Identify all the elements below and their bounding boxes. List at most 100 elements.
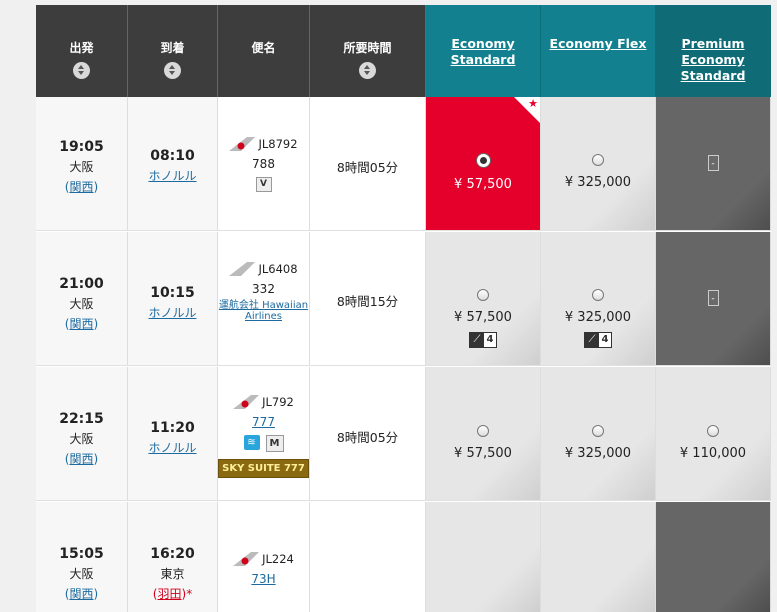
departure-time: 15:05 xyxy=(59,546,104,562)
fare-economy-flex-cell[interactable]: ¥ 325,000 xyxy=(541,367,656,500)
arrival-cell: 11:20 ホノルル xyxy=(128,367,218,500)
header-flight-label: 便名 xyxy=(251,41,276,55)
arrival-time: 08:10 xyxy=(150,148,195,164)
aircraft-type-link[interactable]: 73H xyxy=(251,572,275,586)
flight-cell: JL792 777 ≋ M SKY SUITE 777 xyxy=(218,367,310,500)
arrival-airport-link[interactable]: ホノルル xyxy=(148,306,196,320)
header-economy-standard: Economy Standard xyxy=(426,5,541,97)
asterisk-mark: * xyxy=(186,587,193,601)
header-duration-label: 所要時間 xyxy=(343,41,392,55)
fare-price: ¥ 325,000 xyxy=(564,446,632,461)
departure-cell: 21:00 大阪 (関西) xyxy=(36,232,128,365)
fare-price: ¥ 57,500 xyxy=(454,177,512,192)
fare-radio[interactable] xyxy=(477,425,489,437)
duration-text: 8時間05分 xyxy=(336,160,399,175)
header-flight: 便名 xyxy=(218,5,310,97)
table-row: 15:05 大阪 (関西) 16:20 東京 (羽田)* JL224 73H xyxy=(36,502,771,612)
not-available-icon: - xyxy=(707,290,719,306)
fare-economy-standard-cell[interactable]: ¥ 57,500 ⟋ 4 xyxy=(426,232,541,365)
sort-duration-icon[interactable] xyxy=(359,62,376,79)
arrival-airport-link[interactable]: 羽田 xyxy=(157,587,181,601)
departure-cell: 15:05 大阪 (関西) xyxy=(36,502,128,612)
seats-left-count: 4 xyxy=(599,333,611,347)
header-arrival: 到着 xyxy=(128,5,218,97)
fare-economy-standard-cell[interactable]: ¥ 57,500 xyxy=(426,367,541,500)
sky-suite-badge[interactable]: SKY SUITE 777 xyxy=(218,459,309,478)
departure-time: 21:00 xyxy=(59,276,104,292)
aircraft-type-link[interactable]: 777 xyxy=(252,415,275,429)
fare-premium-cell: - xyxy=(656,97,771,230)
duration-cell xyxy=(310,502,426,612)
header-duration: 所要時間 xyxy=(310,5,426,97)
departure-city: 大阪 xyxy=(69,160,94,174)
fare-economy-standard-cell[interactable]: ★ ¥ 57,500 xyxy=(426,97,541,230)
sort-departure-icon[interactable] xyxy=(73,62,90,79)
seat-icon: ⟋ xyxy=(470,333,484,347)
duration-cell: 8時間05分 xyxy=(310,97,426,230)
jal-tail-icon xyxy=(233,395,260,409)
operated-by-link[interactable]: 運航会社 Hawaiian Airlines xyxy=(218,300,309,322)
departure-airport-link[interactable]: 関西 xyxy=(69,452,93,466)
header-arrival-label: 到着 xyxy=(160,41,185,55)
fare-premium-cell: - xyxy=(656,232,771,365)
flight-cell: JL6408 332 運航会社 Hawaiian Airlines xyxy=(218,232,310,365)
jal-tail-icon xyxy=(233,552,260,566)
wifi-icon: ≋ xyxy=(243,435,260,450)
departure-cell: 22:15 大阪 (関西) xyxy=(36,367,128,500)
departure-city: 大阪 xyxy=(69,297,94,311)
departure-airport-link[interactable]: 関西 xyxy=(69,317,93,331)
fare-economy-flex-cell[interactable] xyxy=(541,502,656,612)
fare-radio[interactable] xyxy=(477,289,489,301)
seat-icon: ⟋ xyxy=(585,333,599,347)
fare-economy-flex-cell[interactable]: ¥ 325,000 xyxy=(541,97,656,230)
fare-premium-economy-link[interactable]: Premium Economy Standard xyxy=(656,5,770,84)
seats-left-badge: ⟋ 4 xyxy=(584,332,612,348)
tail-icon xyxy=(229,262,256,276)
arrival-cell: 16:20 東京 (羽田)* xyxy=(128,502,218,612)
fare-price: ¥ 110,000 xyxy=(679,446,747,461)
arrival-time: 16:20 xyxy=(150,546,195,562)
fare-economy-flex-cell[interactable]: ¥ 325,000 ⟋ 4 xyxy=(541,232,656,365)
flight-number: JL792 xyxy=(262,395,294,409)
aircraft-type: 788 xyxy=(252,157,275,171)
sort-arrival-icon[interactable] xyxy=(164,62,181,79)
fare-radio[interactable] xyxy=(592,154,604,166)
fare-economy-standard-cell[interactable] xyxy=(426,502,541,612)
jal-tail-icon xyxy=(229,137,256,151)
fare-economy-standard-link[interactable]: Economy Standard xyxy=(426,5,540,68)
fare-radio[interactable] xyxy=(707,425,719,437)
table-row: 21:00 大阪 (関西) 10:15 ホノルル JL6408 332 運航会社 xyxy=(36,232,771,366)
left-gutter xyxy=(0,0,36,612)
departure-time: 22:15 xyxy=(59,411,104,427)
meal-icon: M xyxy=(265,435,284,452)
duration-text: 8時間05分 xyxy=(336,430,399,445)
fare-price: ¥ 325,000 xyxy=(564,175,632,190)
fare-radio[interactable] xyxy=(592,425,604,437)
flight-results-table: 出発 到着 便名 所要時間 Economy Standard Economy F… xyxy=(36,5,771,612)
header-economy-flex: Economy Flex xyxy=(541,5,656,97)
fare-economy-flex-link[interactable]: Economy Flex xyxy=(541,5,655,52)
arrival-cell: 10:15 ホノルル xyxy=(128,232,218,365)
arrival-airport-link[interactable]: ホノルル xyxy=(148,441,196,455)
departure-cell: 19:05 大阪 (関西) xyxy=(36,97,128,230)
duration-cell: 8時間15分 xyxy=(310,232,426,365)
table-row: 19:05 大阪 (関西) 08:10 ホノルル JL8792 788 V 8時… xyxy=(36,97,771,231)
star-icon: ★ xyxy=(528,97,538,110)
arrival-airport-link[interactable]: ホノルル xyxy=(148,169,196,183)
fare-price: ¥ 57,500 xyxy=(454,446,512,461)
flight-cell: JL8792 788 V xyxy=(218,97,310,230)
duration-cell: 8時間05分 xyxy=(310,367,426,500)
departure-airport-link[interactable]: 関西 xyxy=(69,180,93,194)
fare-radio[interactable] xyxy=(592,289,604,301)
arrival-cell: 08:10 ホノルル xyxy=(128,97,218,230)
fare-radio-selected[interactable] xyxy=(475,153,491,168)
fare-premium-cell[interactable]: ¥ 110,000 xyxy=(656,367,771,500)
flight-number: JL6408 xyxy=(258,262,298,276)
fare-price: ¥ 325,000 xyxy=(564,310,632,325)
arrival-time: 11:20 xyxy=(150,420,195,436)
departure-city: 大阪 xyxy=(69,567,94,581)
duration-text: 8時間15分 xyxy=(336,294,399,309)
video-icon: V xyxy=(255,177,272,192)
departure-airport-link[interactable]: 関西 xyxy=(69,587,93,601)
seats-left-badge: ⟋ 4 xyxy=(469,332,497,348)
